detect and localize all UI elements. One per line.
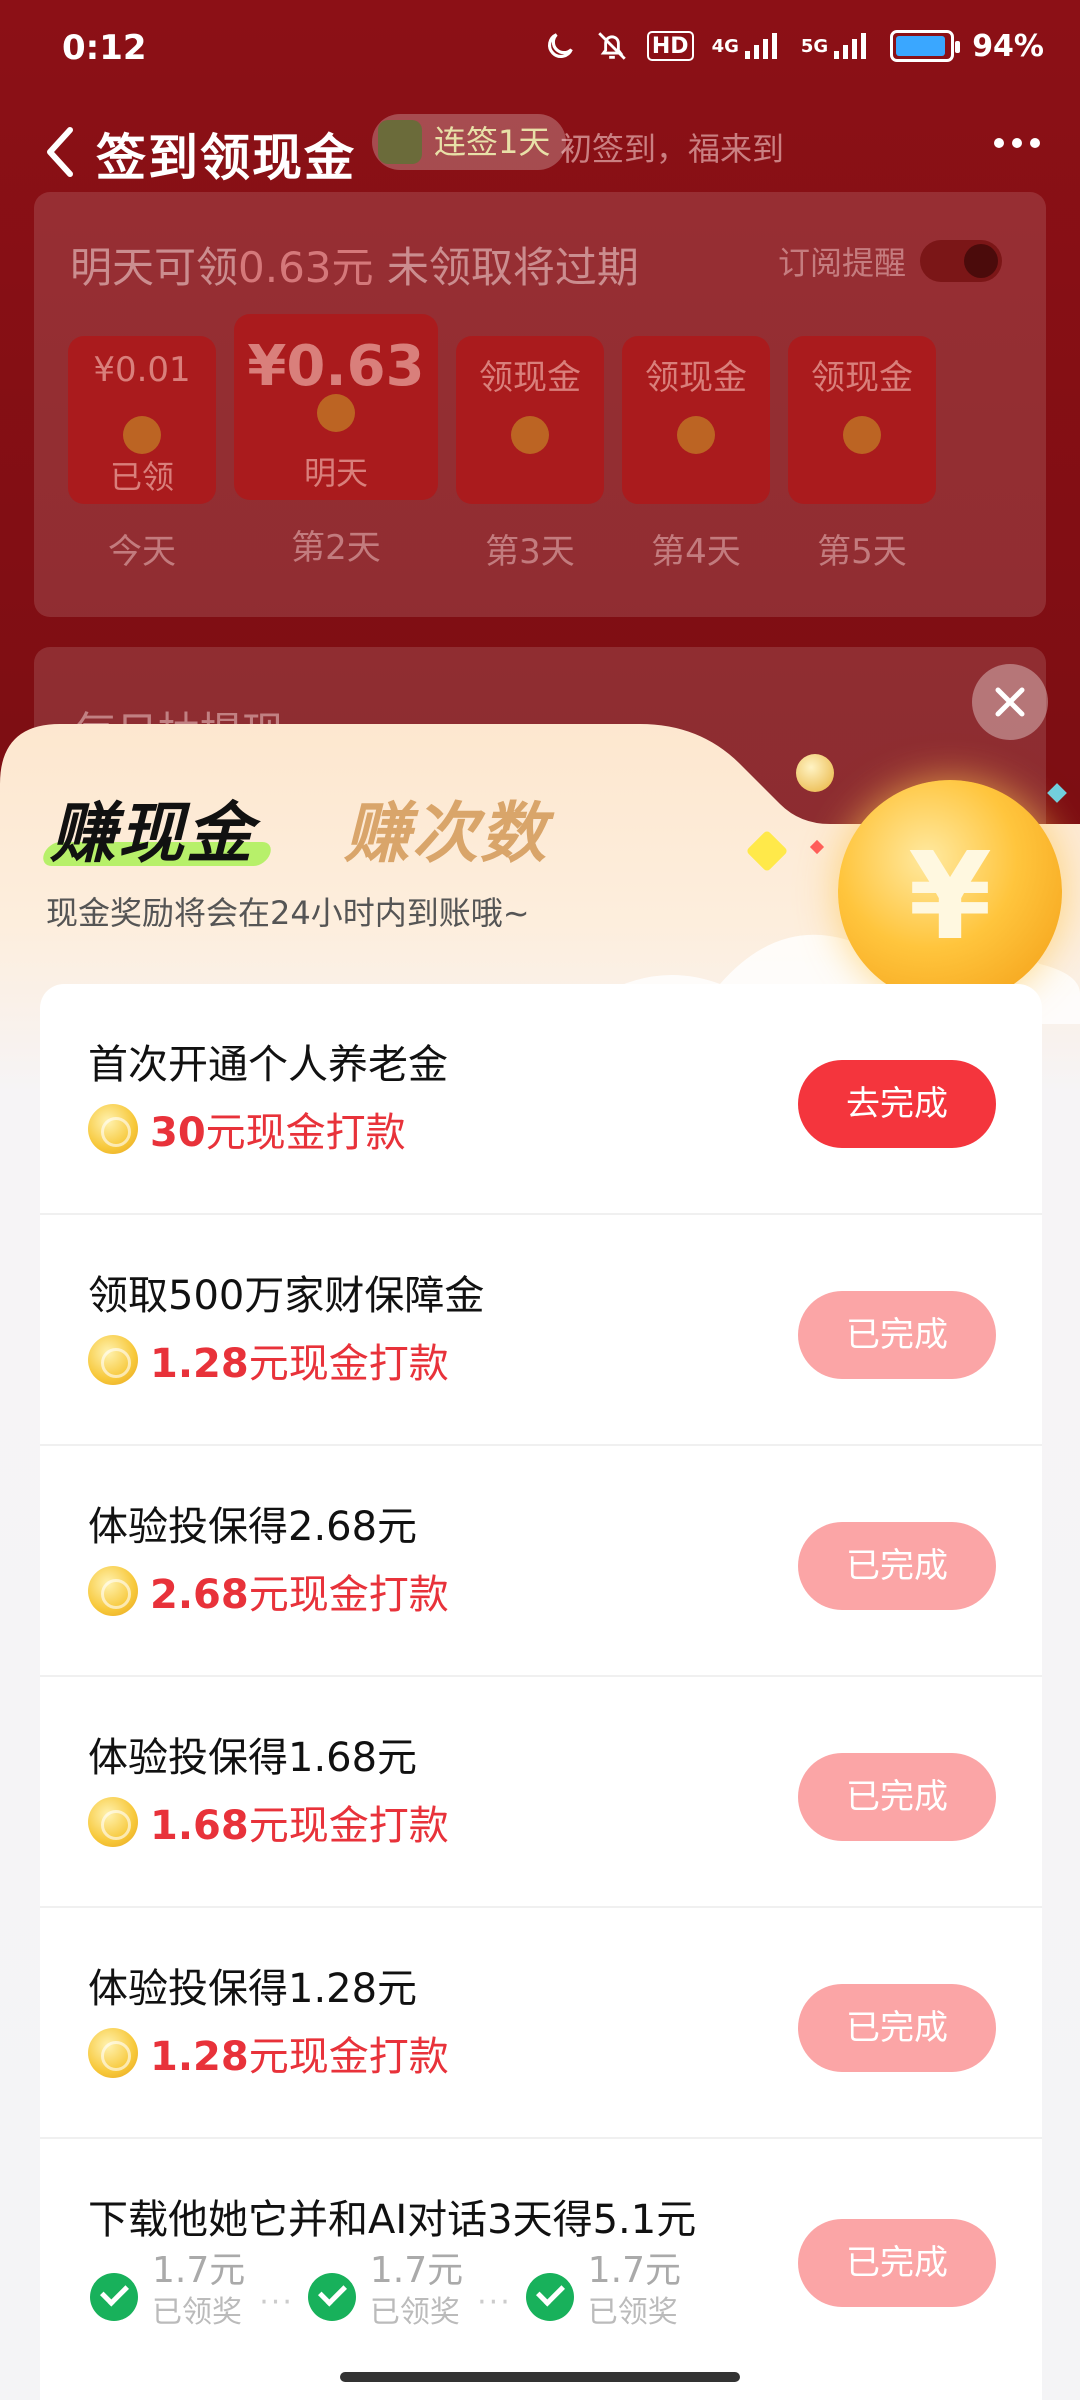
streak-shield-icon bbox=[378, 120, 422, 164]
day-envelope: 领现金 bbox=[456, 336, 604, 504]
back-button[interactable] bbox=[40, 122, 80, 182]
coin-icon bbox=[88, 1104, 138, 1154]
completed-button[interactable]: 已完成 bbox=[798, 2219, 996, 2307]
bell-off-icon bbox=[595, 26, 629, 66]
moon-icon bbox=[543, 26, 577, 66]
day-item[interactable]: 领现金 第5天 bbox=[788, 314, 936, 573]
day-envelope: 领现金 bbox=[622, 336, 770, 504]
reminder-label: 订阅提醒 bbox=[777, 244, 906, 282]
task-title: 下载他她它并和AI对话3天得5.1元 bbox=[88, 2197, 697, 2243]
task-title: 体验投保得2.68元 bbox=[88, 1504, 418, 1550]
small-coin-decoration bbox=[796, 754, 834, 792]
day-envelope: ¥0.63 明天 bbox=[234, 314, 438, 500]
signal-5g-icon: 5G bbox=[801, 26, 872, 66]
day-label: 第2天 bbox=[291, 528, 381, 568]
step-connector: ··· bbox=[259, 2285, 294, 2320]
completed-button[interactable]: 已完成 bbox=[798, 1984, 996, 2072]
tomorrow-reward-text: 明天可领0.63元 未领取将过期 bbox=[70, 243, 639, 292]
check-icon bbox=[90, 2273, 138, 2321]
task-item: 下载他她它并和AI对话3天得5.1元 1.7元 已领奖 ··· 1.7元 已领奖 ·… bbox=[40, 2139, 1042, 2359]
task-item: 体验投保得2.68元 2.68元现金打款 已完成 bbox=[40, 1446, 1042, 1677]
big-coin-icon: ¥ bbox=[838, 780, 1062, 1004]
task-reward: 30元现金打款 bbox=[88, 1100, 406, 1158]
day-envelope: ¥0.01 已领 bbox=[68, 336, 216, 504]
task-reward: 1.68元现金打款 bbox=[88, 1793, 449, 1851]
task-steps: 1.7元 已领奖 ··· 1.7元 已领奖 ··· 1.7元 已领奖 bbox=[90, 2249, 681, 2333]
coin-icon bbox=[88, 1797, 138, 1847]
day-label: 第3天 bbox=[485, 532, 575, 572]
task-item: 首次开通个人养老金 30元现金打款 去完成 bbox=[40, 984, 1042, 1215]
task-title: 体验投保得1.68元 bbox=[88, 1735, 418, 1781]
status-time: 0:12 bbox=[62, 28, 147, 68]
task-reward: 1.28元现金打款 bbox=[88, 1331, 449, 1389]
day-item[interactable]: ¥0.63 明天 第2天 bbox=[234, 314, 438, 573]
tab-earn-times[interactable]: 赚次数 bbox=[344, 780, 548, 876]
day-item[interactable]: 领现金 第3天 bbox=[456, 314, 604, 573]
task-step: 1.7元 已领奖 bbox=[525, 2249, 681, 2333]
coin-icon bbox=[88, 1566, 138, 1616]
tab-earn-cash[interactable]: 赚现金 bbox=[50, 780, 254, 876]
header-subtitle: 初签到，福来到 bbox=[560, 130, 785, 168]
subscribe-reminder[interactable]: 订阅提醒 bbox=[778, 238, 1002, 284]
day-label: 第5天 bbox=[817, 532, 907, 572]
task-list: 首次开通个人养老金 30元现金打款 去完成 领取500万家财保障金 1.28元现… bbox=[40, 984, 1042, 2400]
task-title: 领取500万家财保障金 bbox=[88, 1273, 485, 1319]
status-bar: 0:12 HD 4G 5G 94% bbox=[0, 0, 1080, 100]
completed-button[interactable]: 已完成 bbox=[798, 1522, 996, 1610]
task-title: 首次开通个人养老金 bbox=[88, 1042, 448, 1088]
hd-icon: HD bbox=[646, 31, 694, 61]
check-icon bbox=[307, 2273, 356, 2321]
day-item[interactable]: 领现金 第4天 bbox=[622, 314, 770, 573]
close-icon bbox=[995, 687, 1025, 717]
battery-fill bbox=[896, 36, 945, 56]
battery-percent: 94% bbox=[972, 28, 1044, 64]
sheet-tagline: 现金奖励将会在24小时内到账哦~ bbox=[46, 894, 530, 932]
go-complete-button[interactable]: 去完成 bbox=[798, 1060, 996, 1148]
page-title: 签到领现金 bbox=[96, 129, 356, 187]
day-envelope: 领现金 bbox=[788, 336, 936, 504]
streak-label: 连签1天 bbox=[434, 123, 551, 161]
task-reward: 1.28元现金打款 bbox=[88, 2024, 449, 2082]
battery-icon bbox=[890, 30, 961, 62]
status-icons: HD 4G 5G 94% bbox=[543, 26, 1044, 66]
signal-4g-icon: 4G bbox=[712, 26, 783, 66]
earn-cash-sheet: ¥ 赚现金 赚次数 现金奖励将会在24小时内到账哦~ 首次开通个人养老金 30元… bbox=[0, 724, 1080, 2400]
day-item[interactable]: ¥0.01 已领 今天 bbox=[68, 314, 216, 573]
task-step: 1.7元 已领奖 bbox=[90, 2249, 245, 2333]
home-indicator[interactable] bbox=[340, 2372, 740, 2382]
completed-button[interactable]: 已完成 bbox=[798, 1753, 996, 1841]
more-options-button[interactable] bbox=[994, 138, 1040, 148]
task-step: 1.7元 已领奖 bbox=[307, 2249, 463, 2333]
task-reward: 2.68元现金打款 bbox=[88, 1562, 449, 1620]
task-title: 体验投保得1.28元 bbox=[88, 1966, 418, 2012]
streak-badge: 连签1天 bbox=[372, 114, 567, 170]
day-label: 第4天 bbox=[651, 532, 741, 572]
check-icon bbox=[525, 2273, 574, 2321]
coin-icon bbox=[88, 1335, 138, 1385]
reminder-toggle[interactable] bbox=[920, 240, 1002, 282]
completed-button[interactable]: 已完成 bbox=[798, 1291, 996, 1379]
step-connector: ··· bbox=[477, 2285, 512, 2320]
day-label: 今天 bbox=[108, 532, 176, 572]
task-item: 领取500万家财保障金 1.28元现金打款 已完成 bbox=[40, 1215, 1042, 1446]
close-button[interactable] bbox=[972, 664, 1048, 740]
task-item: 体验投保得1.28元 1.28元现金打款 已完成 bbox=[40, 1908, 1042, 2139]
task-item: 体验投保得1.68元 1.68元现金打款 已完成 bbox=[40, 1677, 1042, 1908]
coin-icon bbox=[88, 2028, 138, 2078]
signin-card: 明天可领0.63元 未领取将过期 订阅提醒 ¥0.01 已领 今天 ¥0.63 明天… bbox=[34, 192, 1046, 617]
signin-days: ¥0.01 已领 今天 ¥0.63 明天 第2天 领现金 第3天 领现金 第4天 领… bbox=[68, 314, 936, 573]
